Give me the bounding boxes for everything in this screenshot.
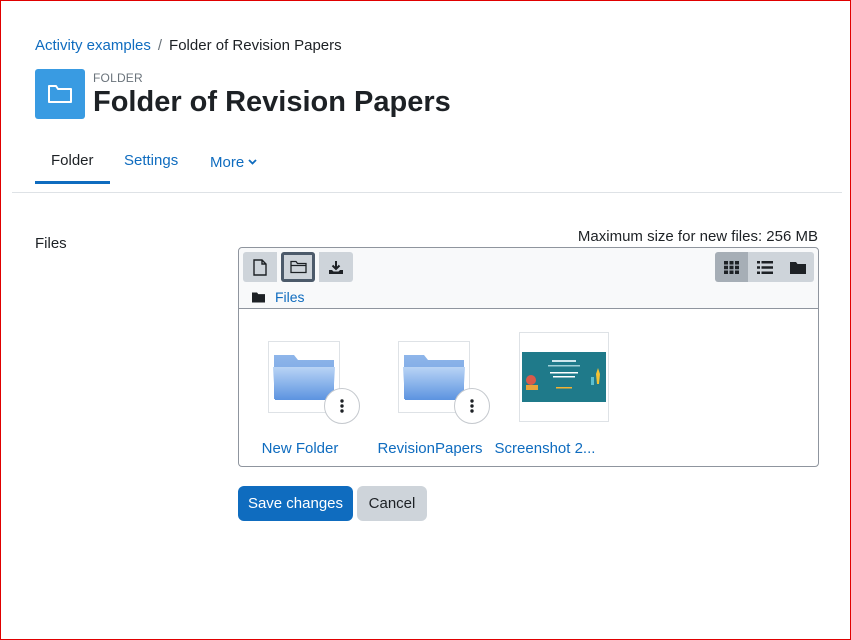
file-icon xyxy=(253,258,267,276)
file-manager: Files New Folder RevisionPapers Screensh… xyxy=(238,247,819,467)
files-field-label: Files xyxy=(35,235,67,252)
item-menu-button[interactable] xyxy=(324,388,360,424)
download-icon xyxy=(329,260,343,274)
file-item-name[interactable]: Screenshot 2... xyxy=(485,440,605,457)
folder-open-icon xyxy=(289,260,307,274)
page-title: Folder of Revision Papers xyxy=(93,86,451,118)
max-file-size-text: Maximum size for new files: 256 MB xyxy=(577,228,818,245)
breadcrumb-current: Folder of Revision Papers xyxy=(169,37,342,54)
view-mode-switcher xyxy=(715,252,814,282)
view-icons-button[interactable] xyxy=(715,252,748,282)
view-tree-button[interactable] xyxy=(781,252,814,282)
add-file-button[interactable] xyxy=(243,252,277,282)
tab-folder[interactable]: Folder xyxy=(35,152,109,184)
tab-more[interactable]: More xyxy=(210,152,257,184)
folder-icon xyxy=(48,85,72,103)
file-manager-toolbar: Files xyxy=(239,248,818,309)
kebab-menu-icon xyxy=(470,399,474,413)
secondary-navigation: Folder Settings More xyxy=(12,140,842,193)
list-icon xyxy=(756,260,773,274)
save-changes-button[interactable]: Save changes xyxy=(238,486,353,521)
file-manager-path: Files xyxy=(252,289,305,305)
path-files-link[interactable]: Files xyxy=(275,289,305,305)
item-menu-button[interactable] xyxy=(454,388,490,424)
download-all-button[interactable] xyxy=(319,252,353,282)
folder-tree-icon xyxy=(789,261,806,274)
chevron-down-icon xyxy=(248,152,257,169)
breadcrumb: Activity examples / Folder of Revision Pap… xyxy=(35,37,342,54)
grid-icon xyxy=(724,260,739,274)
tab-settings[interactable]: Settings xyxy=(124,152,178,182)
module-type-label: FOLDER xyxy=(93,71,143,85)
cancel-button[interactable]: Cancel xyxy=(357,486,427,521)
tab-more-label: More xyxy=(210,154,245,171)
folder-icon xyxy=(252,292,265,302)
screenshot-image-icon xyxy=(522,352,606,402)
file-item-name[interactable]: New Folder xyxy=(240,440,360,457)
breadcrumb-parent-link[interactable]: Activity examples xyxy=(35,37,151,54)
view-list-button[interactable] xyxy=(748,252,781,282)
breadcrumb-separator: / xyxy=(157,37,163,54)
image-thumbnail xyxy=(519,332,609,422)
file-item-name[interactable]: RevisionPapers xyxy=(370,440,490,457)
kebab-menu-icon xyxy=(340,399,344,413)
create-folder-button[interactable] xyxy=(281,252,315,282)
folder-module-icon xyxy=(35,69,85,119)
